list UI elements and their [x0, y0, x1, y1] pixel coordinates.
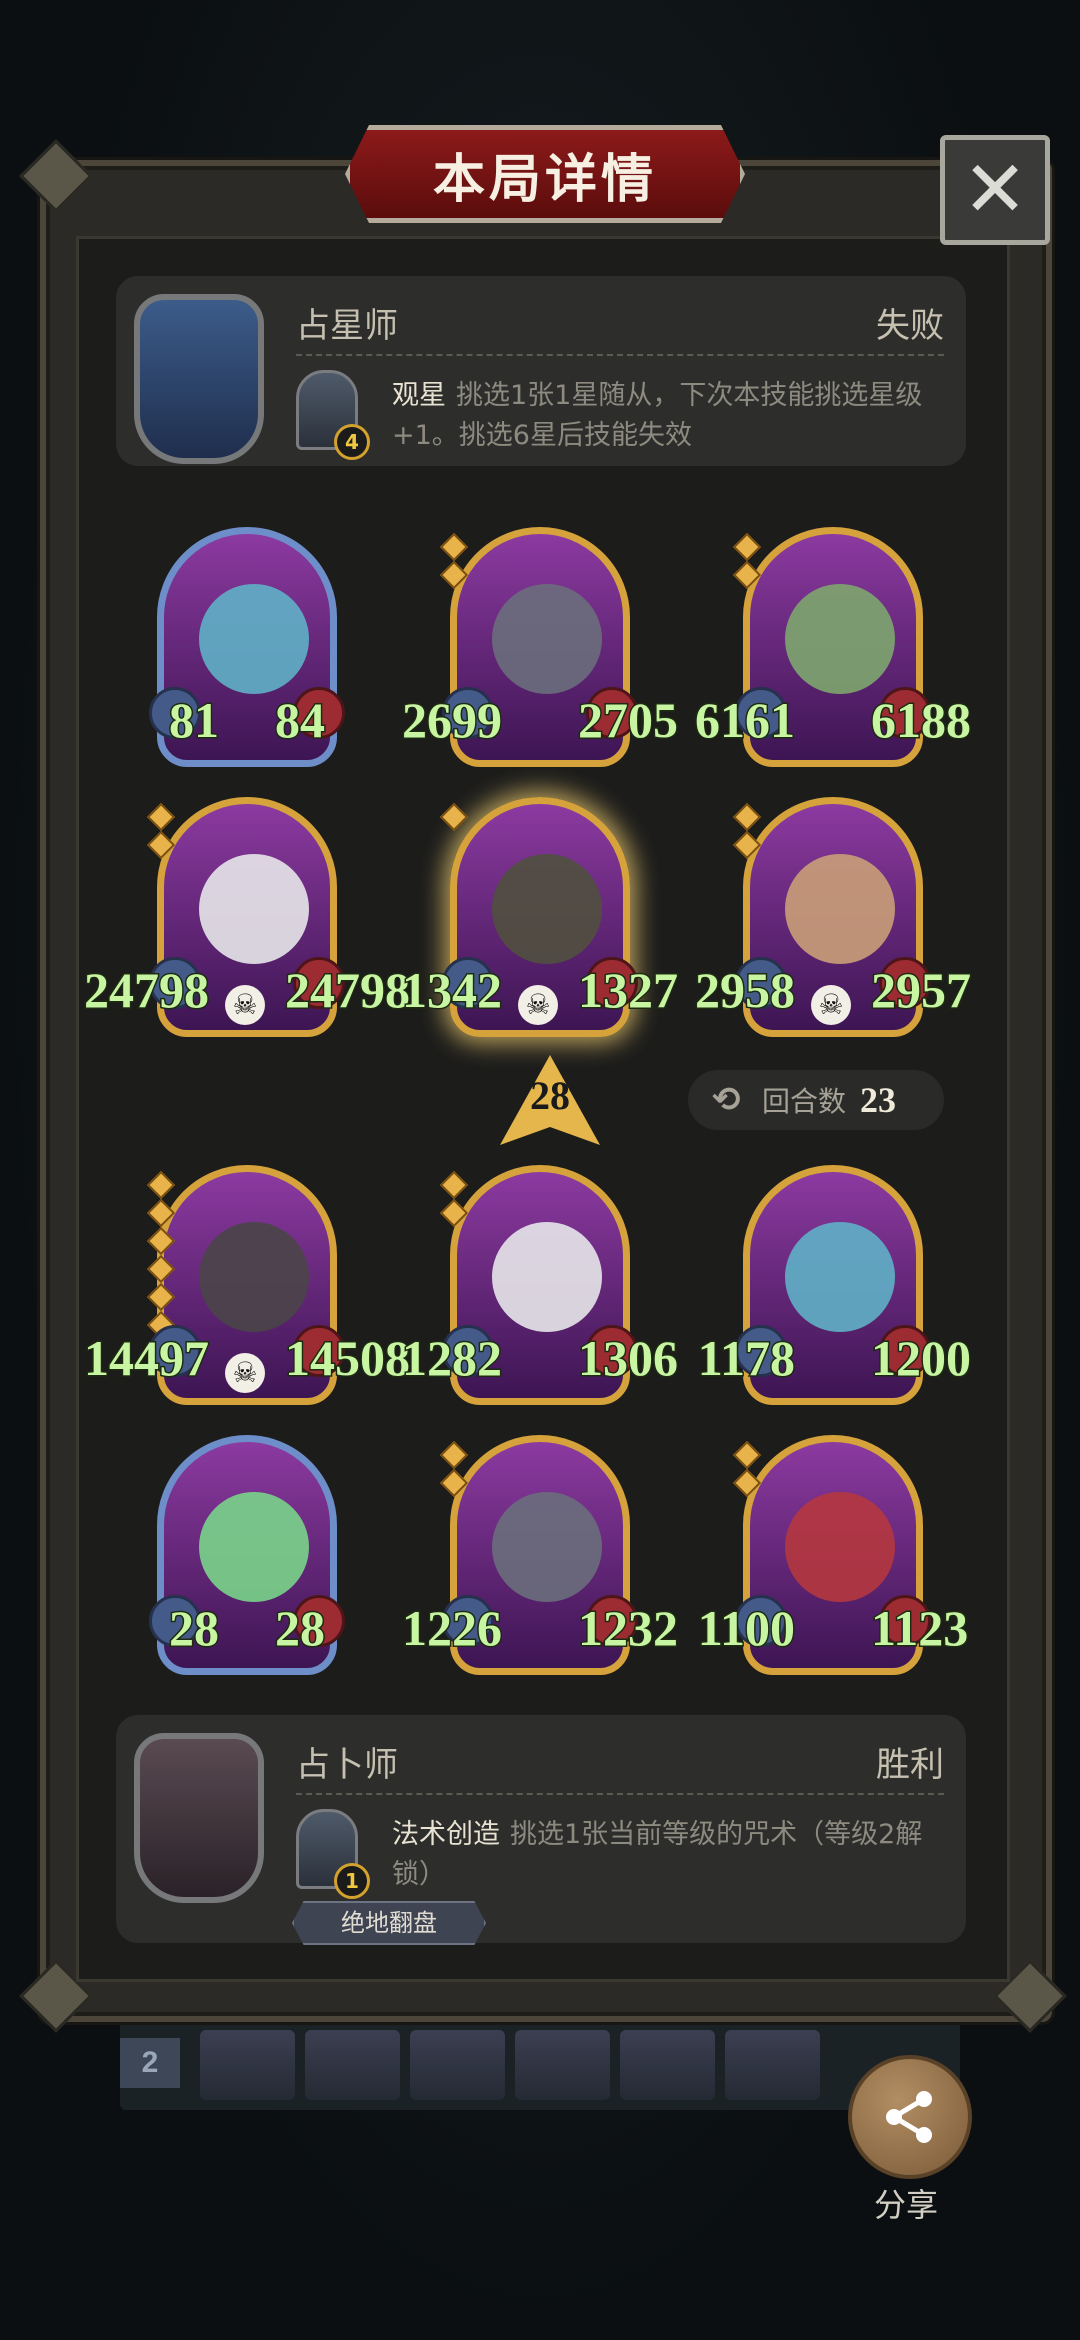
minion-attack: 1342: [401, 961, 504, 1020]
minion-attack: 6161: [694, 691, 797, 750]
skull-icon: ☠: [225, 1353, 265, 1393]
opponent-hero-name: 占星师: [296, 306, 398, 346]
minion-health: 14508: [284, 1329, 412, 1388]
round-count-label: 回合数: [762, 1085, 847, 1118]
opponent-avatar: [134, 294, 264, 474]
minion-attack: 1226: [401, 1599, 504, 1658]
background-thumb: [725, 2030, 820, 2100]
hero-skill-name: 法术创造: [392, 1819, 500, 1850]
minion-health: 84: [274, 691, 327, 750]
minion-health: 2957: [870, 961, 973, 1020]
hero-skill-level: 1: [334, 1863, 370, 1899]
minion-health: 28: [274, 1599, 327, 1658]
share-label: 分享: [873, 2186, 938, 2224]
self-hero-name: 占卜师: [296, 1745, 398, 1785]
minion-card[interactable]: 6161 6188: [694, 527, 973, 767]
minion-health: 1200: [870, 1329, 973, 1388]
round-count-box: ⟲ 回合数 23: [688, 1070, 944, 1130]
dialog-title: 本局详情: [432, 149, 657, 210]
round-count-value: 23: [860, 1080, 897, 1120]
minion-card[interactable]: 2699 2705: [401, 527, 680, 767]
minion-attack: 1178: [696, 1329, 796, 1388]
background-thumb: [200, 2030, 295, 2100]
achievement-badge: 绝地翻盘: [292, 1901, 486, 1945]
hero-skill-level: 4: [334, 424, 370, 460]
background-thumb: [620, 2030, 715, 2100]
close-icon: ✕: [962, 145, 1028, 235]
minion-health: 24798: [284, 961, 412, 1020]
minion-card[interactable]: 28 28: [149, 1435, 345, 1675]
background-thumb: [515, 2030, 610, 2100]
background-thumb: [305, 2030, 400, 2100]
minion-health: 6188: [870, 691, 973, 750]
self-player-panel: 占卜师 胜利 1 法术创造 挑选1张当前等级的咒术（等级2解锁） 绝地翻盘: [116, 1715, 966, 1945]
hero-skill-description: 法术创造 挑选1张当前等级的咒术（等级2解锁）: [392, 1815, 942, 1895]
minion-card[interactable]: ☠ 1342 1327: [401, 797, 680, 1037]
minion-attack: 2699: [401, 691, 504, 750]
background-thumb: [410, 2030, 505, 2100]
background-strip-number: 2: [120, 2038, 180, 2088]
minion-attack: 81: [168, 691, 221, 750]
skull-icon: ☠: [811, 985, 851, 1025]
minion-attack: 1282: [401, 1329, 504, 1388]
minion-card[interactable]: ☠ 2958 2957: [694, 797, 973, 1037]
minion-attack: 28: [168, 1599, 221, 1658]
close-button[interactable]: ✕: [940, 135, 1050, 245]
minion-card[interactable]: 1100 1123: [696, 1435, 970, 1675]
background-card-strip: 2: [120, 2020, 960, 2110]
title-banner: 本局详情: [345, 125, 745, 223]
skull-icon: ☠: [518, 985, 558, 1025]
skull-icon: ☠: [225, 985, 265, 1025]
minion-health: 1306: [577, 1329, 680, 1388]
minion-attack: 2958: [694, 961, 797, 1020]
opponent-player-panel: 占星师 失败 4 观星 挑选1张1星随从，下次本技能挑选星级+1。挑选6星后技能失…: [116, 276, 966, 466]
hero-skill-desc: 挑选1张1星随从，下次本技能挑选星级+1。挑选6星后技能失效: [392, 380, 923, 451]
minion-card[interactable]: 1282 1306: [401, 1165, 680, 1405]
self-result: 胜利: [876, 1745, 944, 1785]
minion-health: 2705: [577, 691, 680, 750]
divider: [296, 1793, 944, 1795]
minion-attack: 14497: [83, 1329, 211, 1388]
minion-health: 1232: [577, 1599, 680, 1658]
hero-skill-description: 观星 挑选1张1星随从，下次本技能挑选星级+1。挑选6星后技能失效: [392, 376, 942, 456]
minion-health: 1327: [577, 961, 680, 1020]
minion-health: 1123: [869, 1599, 969, 1658]
minion-card[interactable]: 81 84: [149, 527, 345, 767]
minion-card[interactable]: ☠ 14497 14508: [83, 1165, 412, 1405]
minion-attack: 24798: [83, 961, 211, 1020]
self-avatar: [134, 1733, 264, 1913]
refresh-icon: ⟲: [712, 1080, 741, 1120]
opponent-result: 失败: [876, 306, 944, 346]
divider: [296, 354, 944, 356]
minion-card[interactable]: 1178 1200: [696, 1165, 973, 1405]
share-icon: [886, 2091, 932, 2143]
hero-skill-name: 观星: [392, 380, 446, 411]
minion-card[interactable]: 1226 1232: [401, 1435, 680, 1675]
minion-attack: 1100: [696, 1599, 796, 1658]
minion-card[interactable]: ☠ 24798 24798: [83, 797, 412, 1037]
share-button[interactable]: [848, 2055, 972, 2179]
tavern-tier: 28: [530, 1073, 570, 1118]
